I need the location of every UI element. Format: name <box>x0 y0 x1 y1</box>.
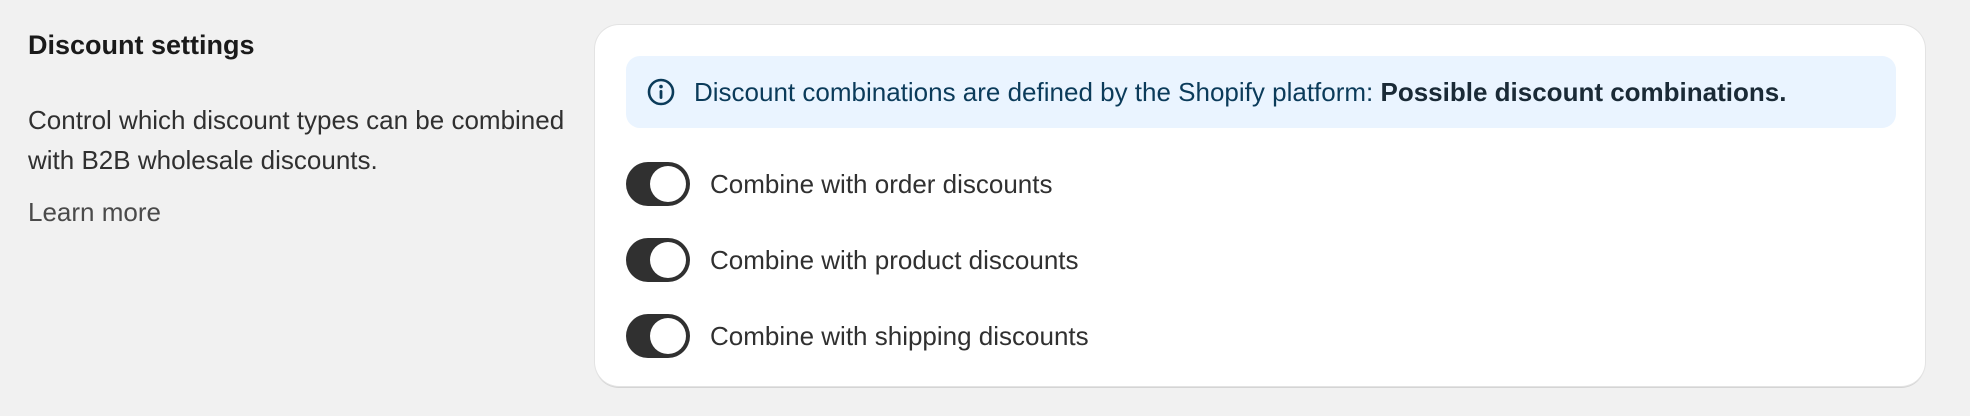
learn-more-link[interactable]: Learn more <box>28 192 161 232</box>
toggle-knob <box>650 318 686 354</box>
product-discounts-toggle[interactable] <box>626 238 690 282</box>
toggle-row-shipping: Combine with shipping discounts <box>626 313 1089 359</box>
info-icon <box>646 77 676 107</box>
shipping-discounts-toggle[interactable] <box>626 314 690 358</box>
discount-settings-page: Discount settings Control which discount… <box>0 0 1970 416</box>
order-discounts-toggle[interactable] <box>626 162 690 206</box>
section-info: Discount settings Control which discount… <box>28 24 568 232</box>
banner-message: Discount combinations are defined by the… <box>694 76 1381 107</box>
product-discounts-label: Combine with product discounts <box>710 244 1079 275</box>
toggle-knob <box>650 242 686 278</box>
possible-discount-combinations-link[interactable]: Possible discount combinations. <box>1381 77 1787 107</box>
toggle-row-product: Combine with product discounts <box>626 237 1079 283</box>
discount-settings-card: Discount combinations are defined by the… <box>595 25 1925 386</box>
toggle-row-order: Combine with order discounts <box>626 161 1053 207</box>
info-banner: Discount combinations are defined by the… <box>626 56 1896 128</box>
order-discounts-label: Combine with order discounts <box>710 168 1053 199</box>
toggle-knob <box>650 166 686 202</box>
banner-text: Discount combinations are defined by the… <box>694 77 1786 108</box>
shipping-discounts-label: Combine with shipping discounts <box>710 320 1089 351</box>
section-description: Control which discount types can be comb… <box>28 105 565 175</box>
section-title: Discount settings <box>28 30 255 60</box>
